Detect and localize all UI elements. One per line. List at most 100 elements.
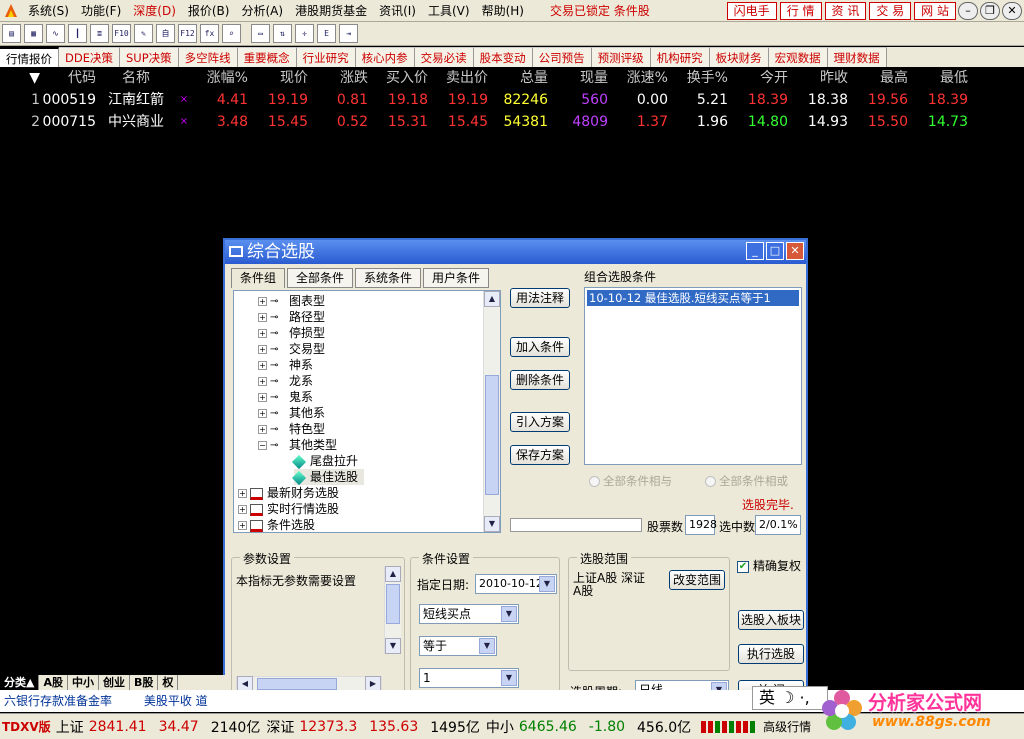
tab-equity-change[interactable]: 股本变动	[473, 47, 533, 67]
radio-all-and[interactable]: 全部条件相与	[589, 473, 672, 489]
tab-a-shares[interactable]: A股	[39, 675, 68, 690]
scroll-thumb[interactable]	[257, 678, 337, 690]
add-condition-button[interactable]: 加入条件	[510, 337, 570, 357]
menu-depth[interactable]: 深度(D)	[127, 2, 182, 19]
expand-icon[interactable]: +	[258, 345, 267, 354]
website-button[interactable]: 网 站	[914, 2, 956, 20]
sort-icon[interactable]: ⇅	[273, 24, 292, 43]
expand-icon[interactable]: +	[258, 313, 267, 322]
tree-item[interactable]: + ⊸ 特色型	[258, 421, 325, 437]
news-button[interactable]: 资 讯	[824, 2, 867, 20]
tab-concepts[interactable]: 重要概念	[237, 47, 297, 67]
tree-item[interactable]: + 条件选股	[238, 517, 315, 532]
tab-long-short[interactable]: 多空阵线	[178, 47, 238, 67]
scroll-down-icon[interactable]: ▼	[484, 516, 500, 532]
tab-block-finance[interactable]: 板块财务	[709, 47, 769, 67]
tab-chinext[interactable]: 创业	[99, 675, 130, 690]
col-cur-vol[interactable]: 现量	[552, 67, 612, 89]
col-speed[interactable]: 涨速%	[612, 67, 672, 89]
change-range-button[interactable]: 改变范围	[669, 570, 725, 590]
flash-trade-button[interactable]: 闪电手	[726, 2, 777, 20]
tab-wealth[interactable]: 理财数据	[827, 47, 887, 67]
expand-icon[interactable]: +	[258, 377, 267, 386]
tab-warrants[interactable]: 权	[158, 675, 179, 690]
collapse-icon[interactable]: −	[258, 441, 267, 450]
expand-icon[interactable]: +	[258, 393, 267, 402]
f10-icon[interactable]: F10	[112, 24, 131, 43]
tab-all-conditions[interactable]: 全部条件	[287, 268, 354, 288]
scroll-down-icon[interactable]: ▼	[385, 638, 401, 654]
usage-button[interactable]: 用法注释	[510, 288, 570, 308]
condition-select[interactable]: 短线买点 ▼	[419, 604, 519, 624]
tab-b-shares[interactable]: B股	[130, 675, 159, 690]
menu-quote[interactable]: 报价(B)	[182, 2, 236, 19]
tab-sup[interactable]: SUP决策	[119, 47, 179, 67]
chevron-down-icon[interactable]: ▼	[539, 576, 555, 592]
tree-item[interactable]: 尾盘拉升	[291, 453, 358, 469]
menu-analysis[interactable]: 分析(A)	[235, 2, 289, 19]
tree-item[interactable]: + 最新财务选股	[238, 485, 339, 501]
delete-condition-button[interactable]: 删除条件	[510, 370, 570, 390]
tree-scrollbar[interactable]: ▲ ▼	[483, 291, 500, 532]
scroll-thumb[interactable]	[386, 584, 400, 624]
menu-hk-futures[interactable]: 港股期货基金	[289, 2, 373, 19]
col-volume[interactable]: 总量	[492, 67, 552, 89]
chevron-down-icon[interactable]: ▼	[501, 606, 517, 622]
info-icon[interactable]: ≣	[90, 24, 109, 43]
scroll-thumb[interactable]	[485, 375, 499, 495]
col-ask[interactable]: 卖出价	[432, 67, 492, 89]
expand-icon[interactable]: +	[238, 489, 247, 498]
add-to-block-button[interactable]: 选股入板块	[738, 610, 804, 630]
expand-icon[interactable]: +	[258, 329, 267, 338]
tab-quotes[interactable]: 行情报价	[0, 47, 59, 67]
import-plan-button[interactable]: 引入方案	[510, 412, 570, 432]
trade-button[interactable]: 交 易	[869, 2, 912, 20]
menu-function[interactable]: 功能(F)	[75, 2, 127, 19]
tab-category[interactable]: 分类▲	[0, 675, 40, 690]
close-icon[interactable]: ✕	[1002, 2, 1022, 20]
tree-item[interactable]: + 实时行情选股	[238, 501, 339, 517]
col-change-pct[interactable]: 涨幅%	[192, 67, 252, 89]
tab-sme[interactable]: 中小	[68, 675, 99, 690]
report-icon[interactable]: ▤	[2, 24, 21, 43]
tree-item[interactable]: + ⊸ 交易型	[258, 341, 325, 357]
tab-system-conditions[interactable]: 系统条件	[355, 268, 422, 288]
kline-icon[interactable]: ┃	[68, 24, 87, 43]
crosshair-icon[interactable]: ✛	[295, 24, 314, 43]
save-plan-button[interactable]: 保存方案	[510, 445, 570, 465]
line-chart-icon[interactable]: ∿	[46, 24, 65, 43]
menu-help[interactable]: 帮助(H)	[476, 2, 530, 19]
col-prev-close[interactable]: 昨收	[792, 67, 852, 89]
export-icon[interactable]: ⇥	[339, 24, 358, 43]
tree-item[interactable]: + ⊸ 鬼系	[258, 389, 313, 405]
dialog-maximize-icon[interactable]: □	[766, 242, 784, 260]
tab-core-ref[interactable]: 核心内参	[355, 47, 415, 67]
scroll-up-icon[interactable]: ▲	[385, 566, 401, 582]
col-price[interactable]: 现价	[252, 67, 312, 89]
expand-icon[interactable]: +	[258, 297, 267, 306]
dialog-close-icon[interactable]: ✕	[786, 242, 804, 260]
table-row[interactable]: 1 000519 江南红箭 × 4.41 19.19 0.81 19.18 19…	[0, 89, 1024, 111]
minimize-icon[interactable]: –	[958, 2, 978, 20]
tree-item[interactable]: + ⊸ 停损型	[258, 325, 325, 341]
list-item[interactable]: 10-10-12 最佳选股.短线买点等于1	[587, 290, 799, 306]
restore-icon[interactable]: ❐	[980, 2, 1000, 20]
expand-icon[interactable]: +	[238, 521, 247, 530]
tab-trade-must-read[interactable]: 交易必读	[414, 47, 474, 67]
col-name[interactable]: 名称	[96, 67, 176, 89]
ticker-text[interactable]: 美股平收 道	[144, 694, 208, 708]
expand-icon[interactable]: +	[258, 409, 267, 418]
tree-item[interactable]: + ⊸ 神系	[258, 357, 313, 373]
scroll-up-icon[interactable]: ▲	[484, 291, 500, 307]
formula-icon[interactable]: fx	[200, 24, 219, 43]
grid-icon[interactable]: ▦	[24, 24, 43, 43]
column-menu-icon[interactable]: ▼	[0, 67, 40, 89]
tab-condition-group[interactable]: 条件组	[231, 268, 286, 288]
ime-indicator[interactable]: 英 ☽ ·,	[752, 686, 828, 710]
tab-industry[interactable]: 行业研究	[296, 47, 356, 67]
self-select-icon[interactable]: 自	[156, 24, 175, 43]
table-row[interactable]: 2 000715 中兴商业 × 3.48 15.45 0.52 15.31 15…	[0, 111, 1024, 133]
col-open[interactable]: 今开	[732, 67, 792, 89]
quotes-button[interactable]: 行 情	[779, 2, 822, 20]
f12-icon[interactable]: F12	[178, 24, 197, 43]
